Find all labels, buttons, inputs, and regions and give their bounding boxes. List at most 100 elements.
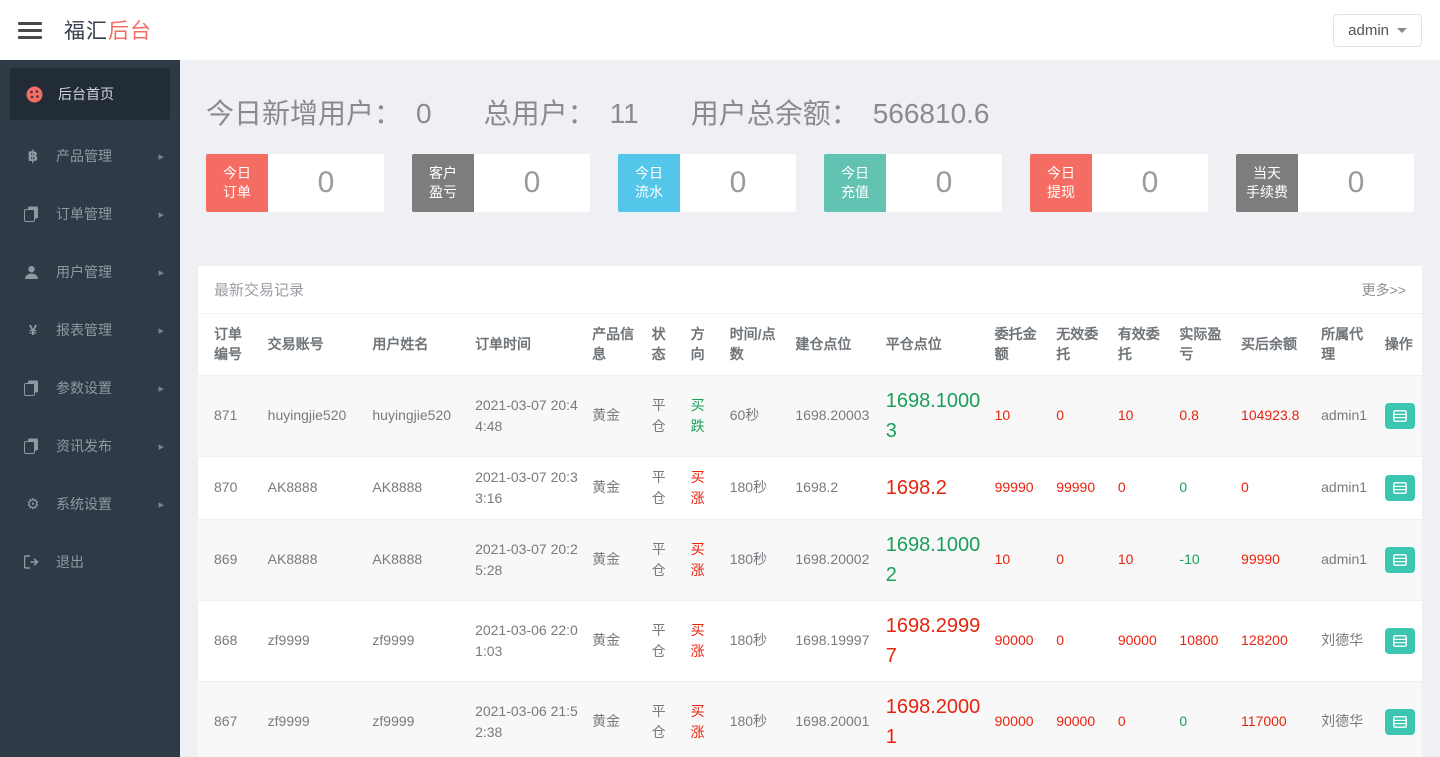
sidebar-item-orders[interactable]: 订单管理 ▸ (0, 192, 180, 236)
cell-valid: 0 (1111, 681, 1174, 757)
trades-table: 订单编号 交易账号 用户姓名 订单时间 产品信息 状态 方向 时间/点数 建仓点位 平仓点位 委托金… (198, 314, 1422, 757)
column-header: 订单时间 (469, 314, 587, 376)
sidebar-item-products[interactable]: ฿ 产品管理 ▸ (0, 134, 180, 178)
card-label: 今日 提现 (1030, 154, 1092, 212)
cell-invalid: 0 (1050, 519, 1112, 601)
sidebar-item-reports[interactable]: ¥ 报表管理 ▸ (0, 308, 180, 352)
cell-username: zf9999 (366, 600, 470, 682)
cell-balance: 128200 (1235, 600, 1316, 682)
sidebar-item-news[interactable]: 资讯发布 ▸ (0, 424, 180, 468)
sidebar-item-label: 报表管理 (56, 322, 112, 338)
card-value: 0 (1092, 154, 1208, 212)
details-button[interactable] (1384, 474, 1415, 501)
sidebar-item-label: 资讯发布 (56, 438, 112, 454)
cell-account: AK8888 (261, 456, 367, 520)
sidebar-item-users[interactable]: 用户管理 ▸ (0, 250, 180, 294)
table-row: 871 huyingjie520 huyingjie520 2021-03-07… (198, 375, 1422, 457)
stat-value: 0 (416, 98, 432, 129)
cell-status: 平仓 (645, 681, 685, 757)
menu-toggle-icon[interactable] (18, 18, 42, 43)
details-button[interactable] (1384, 546, 1415, 573)
topbar: 福汇后台 admin (0, 0, 1440, 60)
sidebar-item-home[interactable]: 后台首页 (10, 68, 170, 120)
cell-direction: 买涨 (684, 681, 724, 757)
cell-username: AK8888 (366, 519, 470, 601)
cell-period: 180秒 (723, 681, 790, 757)
card-label: 今日 订单 (206, 154, 268, 212)
column-header: 时间/点数 (723, 314, 790, 376)
cell-direction: 买涨 (684, 456, 724, 520)
cell-account: AK8888 (261, 519, 367, 601)
cell-amount: 90000 (988, 681, 1051, 757)
cell-amount: 99990 (988, 456, 1051, 520)
table-icon (1392, 715, 1407, 728)
stat-cards: 今日 订单 0 客户 盈亏 0 今日 流水 0 今日 充值 0 今日 提现 0 … (206, 154, 1414, 212)
details-button[interactable] (1384, 627, 1415, 654)
cell-status: 平仓 (645, 600, 685, 682)
cell-profit: 10800 (1173, 600, 1236, 682)
chevron-right-icon: ▸ (158, 324, 164, 337)
chevron-right-icon: ▸ (158, 266, 164, 279)
stat-label: 用户总余额： (690, 98, 859, 129)
stat-label: 总用户： (483, 98, 596, 129)
cell-username: zf9999 (366, 681, 470, 757)
main-content: 今日新增用户： 0 总用户： 11 用户总余额： 566810.6 今日 订单 … (180, 60, 1440, 757)
cell-order-id: 871 (198, 375, 262, 457)
bitcoin-icon: ฿ (27, 148, 39, 165)
column-header: 订单编号 (198, 314, 262, 376)
stat-value: 11 (609, 98, 639, 129)
cell-actions (1378, 519, 1422, 601)
stat-card: 今日 充值 0 (824, 154, 1002, 212)
cell-status: 平仓 (645, 375, 685, 457)
panel-header: 最新交易记录 更多>> (198, 266, 1422, 314)
sidebar-item-label: 产品管理 (56, 148, 112, 164)
column-header: 建仓点位 (789, 314, 880, 376)
cell-username: AK8888 (366, 456, 470, 520)
cell-amount: 10 (988, 375, 1051, 457)
column-header: 方向 (684, 314, 724, 376)
cell-profit: 0.8 (1173, 375, 1236, 457)
more-link[interactable]: 更多>> (1362, 280, 1406, 300)
gears-icon: ⚙ (26, 496, 40, 513)
cell-balance: 104923.8 (1235, 375, 1316, 457)
chevron-right-icon: ▸ (158, 382, 164, 395)
cell-profit: 0 (1173, 456, 1236, 520)
sidebar-item-label: 用户管理 (56, 264, 112, 280)
cell-invalid: 0 (1050, 375, 1112, 457)
stat-card: 今日 提现 0 (1030, 154, 1208, 212)
cell-product: 黄金 (586, 600, 646, 682)
latest-trades-panel: 最新交易记录 更多>> 订单编号 交易账号 用户姓名 订单时间 产品信息 状态 方向 时间/点… (198, 266, 1422, 757)
column-header: 实际盈亏 (1173, 314, 1236, 376)
cell-open-price: 1698.19997 (789, 600, 880, 682)
table-row: 869 AK8888 AK8888 2021-03-07 20:25:28 黄金… (198, 519, 1422, 601)
cell-actions (1378, 375, 1422, 457)
details-button[interactable] (1384, 402, 1415, 429)
chevron-down-icon (1397, 27, 1407, 33)
stat-card: 今日 订单 0 (206, 154, 384, 212)
dashboard-icon (26, 86, 44, 103)
cell-open-price: 1698.20001 (789, 681, 880, 757)
column-header: 所属代理 (1315, 314, 1379, 376)
sidebar-item-label: 系统设置 (56, 496, 112, 512)
cell-actions (1378, 600, 1422, 682)
sidebar-item-parameters[interactable]: 参数设置 ▸ (0, 366, 180, 410)
cell-username: huyingjie520 (366, 375, 470, 457)
stat-label: 今日新增用户： (206, 98, 403, 129)
user-name: admin (1348, 21, 1389, 39)
sidebar-item-system[interactable]: ⚙ 系统设置 ▸ (0, 482, 180, 526)
table-icon (1392, 553, 1407, 566)
cell-close-price: 1698.20001 (879, 681, 989, 757)
cell-order-id: 870 (198, 456, 262, 520)
user-dropdown[interactable]: admin (1333, 13, 1422, 47)
cell-order-id: 868 (198, 600, 262, 682)
cell-order-time: 2021-03-06 22:01:03 (469, 600, 587, 682)
cell-status: 平仓 (645, 519, 685, 601)
table-icon (1392, 409, 1407, 422)
cell-agent: 刘德华 (1315, 681, 1379, 757)
cell-agent: admin1 (1315, 375, 1379, 457)
details-button[interactable] (1384, 708, 1415, 735)
table-row: 870 AK8888 AK8888 2021-03-07 20:33:16 黄金… (198, 456, 1422, 520)
cell-account: zf9999 (261, 600, 367, 682)
sidebar-item-label: 参数设置 (56, 380, 112, 396)
sidebar-item-logout[interactable]: 退出 (0, 540, 180, 584)
